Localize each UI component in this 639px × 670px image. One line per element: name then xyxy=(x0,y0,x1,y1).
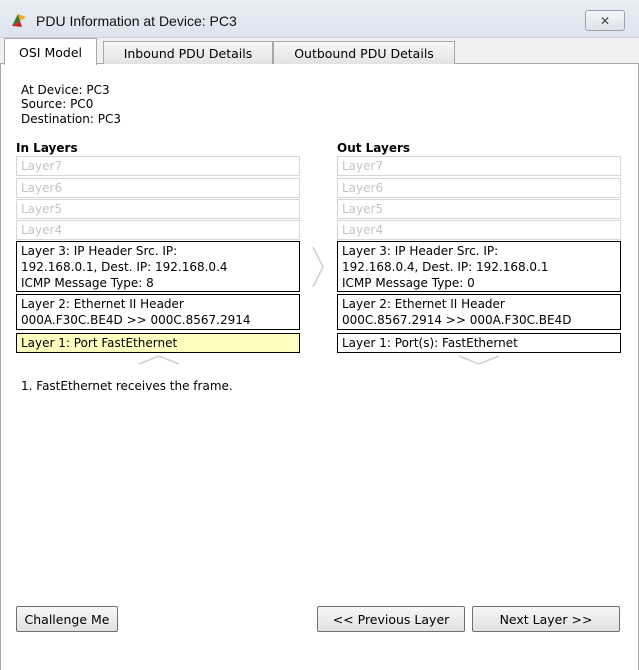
tab-osi-model[interactable]: OSI Model xyxy=(4,38,97,65)
in-layer-7[interactable]: Layer7 xyxy=(16,156,300,176)
layer-description: 1. FastEthernet receives the frame. xyxy=(21,379,233,393)
window-title: PDU Information at Device: PC3 xyxy=(36,13,237,29)
out-layer-3[interactable]: Layer 3: IP Header Src. IP: 192.168.0.4,… xyxy=(337,241,621,292)
close-button[interactable]: ✕ xyxy=(585,10,625,31)
tab-outbound-pdu-details[interactable]: Outbound PDU Details xyxy=(273,41,455,64)
packet-tracer-icon xyxy=(10,12,28,28)
out-layer-6[interactable]: Layer6 xyxy=(337,178,621,198)
in-layer-2[interactable]: Layer 2: Ethernet II Header 000A.F30C.BE… xyxy=(16,294,300,330)
close-icon: ✕ xyxy=(599,13,611,28)
chevron-right-icon xyxy=(311,245,325,292)
challenge-me-button[interactable]: Challenge Me xyxy=(16,606,118,632)
in-layer-4[interactable]: Layer4 xyxy=(16,220,300,240)
at-device-text: At Device: PC3 xyxy=(21,83,110,97)
out-layer-2[interactable]: Layer 2: Ethernet II Header 000C.8567.29… xyxy=(337,294,621,330)
destination-text: Destination: PC3 xyxy=(21,112,121,126)
out-layer-5[interactable]: Layer5 xyxy=(337,199,621,219)
chevron-down-icon xyxy=(457,354,501,369)
out-layer-7[interactable]: Layer7 xyxy=(337,156,621,176)
source-text: Source: PC0 xyxy=(21,97,94,111)
out-layers-header: Out Layers xyxy=(337,141,411,155)
in-layer-3[interactable]: Layer 3: IP Header Src. IP: 192.168.0.1,… xyxy=(16,241,300,292)
in-layer-5[interactable]: Layer5 xyxy=(16,199,300,219)
osi-model-panel xyxy=(0,64,639,670)
chevron-down-icon xyxy=(137,354,181,369)
next-layer-button[interactable]: Next Layer >> xyxy=(472,606,620,632)
in-layer-1[interactable]: Layer 1: Port FastEthernet xyxy=(16,333,300,353)
in-layer-6[interactable]: Layer6 xyxy=(16,178,300,198)
out-layer-1[interactable]: Layer 1: Port(s): FastEthernet xyxy=(337,333,621,353)
tab-inbound-pdu-details[interactable]: Inbound PDU Details xyxy=(103,41,273,64)
out-layer-4[interactable]: Layer4 xyxy=(337,220,621,240)
in-layers-header: In Layers xyxy=(16,141,78,155)
title-bar: PDU Information at Device: PC3 ✕ xyxy=(0,0,639,38)
previous-layer-button[interactable]: << Previous Layer xyxy=(317,606,465,632)
